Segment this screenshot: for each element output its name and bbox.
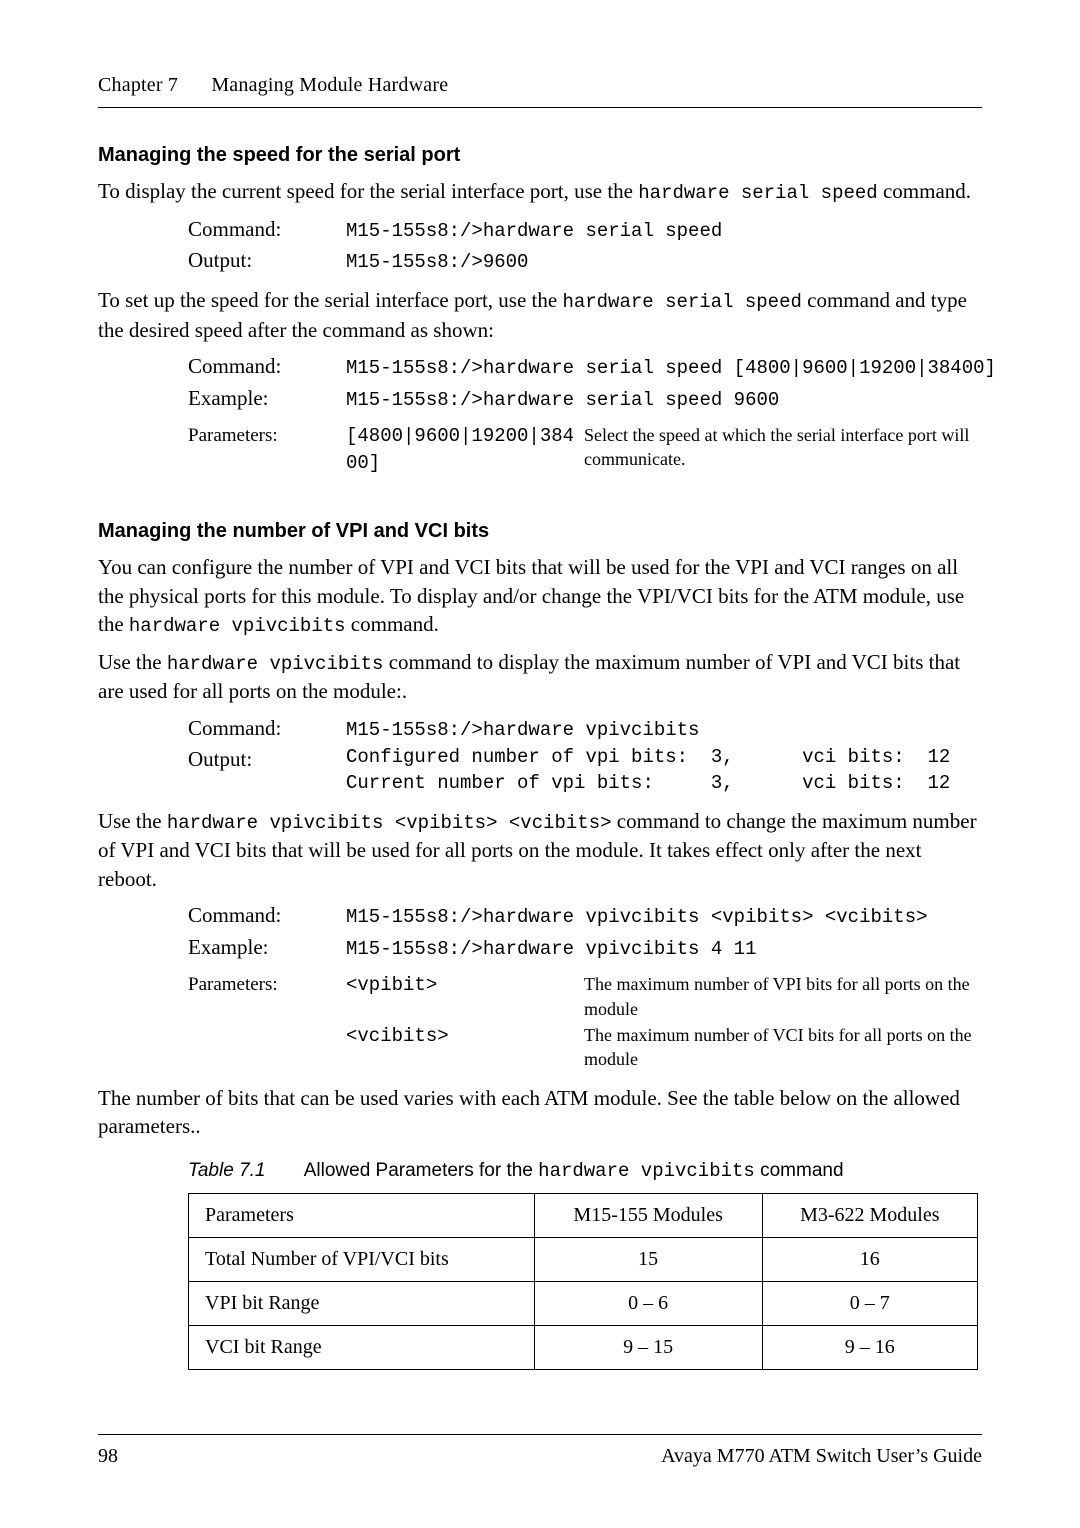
table-header: M3-622 Modules xyxy=(762,1193,977,1237)
text: command. xyxy=(878,179,971,203)
table-cell: VCI bit Range xyxy=(189,1325,535,1369)
parameter-desc: The maximum number of VCI bits for all p… xyxy=(584,1023,1008,1074)
table-cell: 9 – 16 xyxy=(762,1325,977,1369)
parameter-arg: [4800|9600|19200|384 00] xyxy=(346,425,574,474)
table-header: M15-155 Modules xyxy=(534,1193,762,1237)
chapter-label: Chapter 7 xyxy=(98,72,178,99)
page-number: 98 xyxy=(98,1443,118,1470)
command-text: M15-155s8:/>hardware vpivcibits xyxy=(346,719,699,741)
table-caption-text: Allowed Parameters for the xyxy=(304,1160,538,1181)
command-block: Command: M15-155s8:/>hardware vpivcibits… xyxy=(188,714,1008,799)
table-cell: VPI bit Range xyxy=(189,1281,535,1325)
table-row: Parameters M15-155 Modules M3-622 Module… xyxy=(189,1193,978,1237)
header-rule xyxy=(98,107,982,108)
parameters-block: Parameters: [4800|9600|19200|384 00] Sel… xyxy=(188,423,1008,478)
table-number: Table 7.1 xyxy=(188,1160,265,1181)
table-cell: Total Number of VPI/VCI bits xyxy=(189,1237,535,1281)
inline-code: hardware serial speed xyxy=(638,182,877,204)
inline-code: hardware vpivcibits xyxy=(129,615,346,637)
text: To set up the speed for the serial inter… xyxy=(98,288,562,312)
inline-code: hardware vpivcibits xyxy=(538,1160,755,1182)
label-command: Command: xyxy=(188,714,346,746)
parameters-block: Parameters: <vpibit> The maximum number … xyxy=(188,972,1008,1073)
output-line: Configured number of vpi bits: 3, vci bi… xyxy=(346,745,1000,771)
label-example: Example: xyxy=(188,384,346,416)
table-row: Total Number of VPI/VCI bits 15 16 xyxy=(189,1237,978,1281)
command-block: Command: M15-155s8:/>hardware serial spe… xyxy=(188,352,1008,415)
allowed-parameters-table: Parameters M15-155 Modules M3-622 Module… xyxy=(188,1193,978,1370)
table-cell: 9 – 15 xyxy=(534,1325,762,1369)
inline-code: hardware vpivcibits <vpibits> <vcibits> xyxy=(167,812,612,834)
table-cell: 0 – 6 xyxy=(534,1281,762,1325)
chapter-title: Managing Module Hardware xyxy=(211,74,448,96)
command-text: M15-155s8:/>hardware serial speed [4800|… xyxy=(346,357,996,379)
table-row: VCI bit Range 9 – 15 9 – 16 xyxy=(189,1325,978,1369)
paragraph: Use the hardware vpivcibits <vpibits> <v… xyxy=(98,807,982,893)
text: command. xyxy=(346,612,439,636)
label-example: Example: xyxy=(188,933,346,965)
label-output: Output: xyxy=(188,246,346,278)
paragraph: To display the current speed for the ser… xyxy=(98,177,982,207)
page-footer: 98 Avaya M770 ATM Switch User’s Guide xyxy=(98,1434,982,1470)
label-parameters: Parameters: xyxy=(188,972,346,1023)
command-block: Command: M15-155s8:/>hardware serial spe… xyxy=(188,215,1008,278)
command-text: M15-155s8:/>hardware vpivcibits <vpibits… xyxy=(346,906,928,928)
table-header: Parameters xyxy=(189,1193,535,1237)
output-text: M15-155s8:/>9600 xyxy=(346,251,528,273)
output-line: Current number of vpi bits: 3, vci bits:… xyxy=(346,771,1000,797)
section-heading-vpi-vci: Managing the number of VPI and VCI bits xyxy=(98,518,982,545)
example-text: M15-155s8:/>hardware serial speed 9600 xyxy=(346,389,779,411)
running-header: Chapter 7 Managing Module Hardware xyxy=(98,72,982,99)
paragraph: The number of bits that can be used vari… xyxy=(98,1084,982,1141)
text: To display the current speed for the ser… xyxy=(98,179,638,203)
command-text: M15-155s8:/>hardware serial speed xyxy=(346,220,722,242)
table-cell: 0 – 7 xyxy=(762,1281,977,1325)
label-parameters: Parameters: xyxy=(188,423,346,478)
table-cell: 15 xyxy=(534,1237,762,1281)
label-command: Command: xyxy=(188,901,346,933)
label-output: Output: xyxy=(188,745,346,798)
table-caption: Table 7.1 Allowed Parameters for the har… xyxy=(188,1158,982,1185)
table-row: VPI bit Range 0 – 6 0 – 7 xyxy=(189,1281,978,1325)
text: Use the xyxy=(98,809,167,833)
paragraph: You can configure the number of VPI and … xyxy=(98,553,982,639)
example-text: M15-155s8:/>hardware vpivcibits 4 11 xyxy=(346,938,756,960)
parameter-arg: <vpibit> xyxy=(346,974,437,996)
parameter-desc: Select the speed at which the serial int… xyxy=(584,423,1008,478)
paragraph: To set up the speed for the serial inter… xyxy=(98,286,982,344)
command-block: Command: M15-155s8:/>hardware vpivcibits… xyxy=(188,901,1008,964)
table-caption-text: command xyxy=(755,1160,844,1181)
parameter-desc: The maximum number of VPI bits for all p… xyxy=(584,972,1008,1023)
label-command: Command: xyxy=(188,352,346,384)
paragraph: Use the hardware vpivcibits command to d… xyxy=(98,648,982,706)
parameter-arg: <vcibits> xyxy=(346,1025,449,1047)
text: Use the xyxy=(98,650,167,674)
inline-code: hardware vpivcibits xyxy=(167,653,384,675)
label-command: Command: xyxy=(188,215,346,247)
table-cell: 16 xyxy=(762,1237,977,1281)
book-title: Avaya M770 ATM Switch User’s Guide xyxy=(661,1443,982,1470)
section-heading-serial-speed: Managing the speed for the serial port xyxy=(98,142,982,169)
inline-code: hardware serial speed xyxy=(562,291,801,313)
